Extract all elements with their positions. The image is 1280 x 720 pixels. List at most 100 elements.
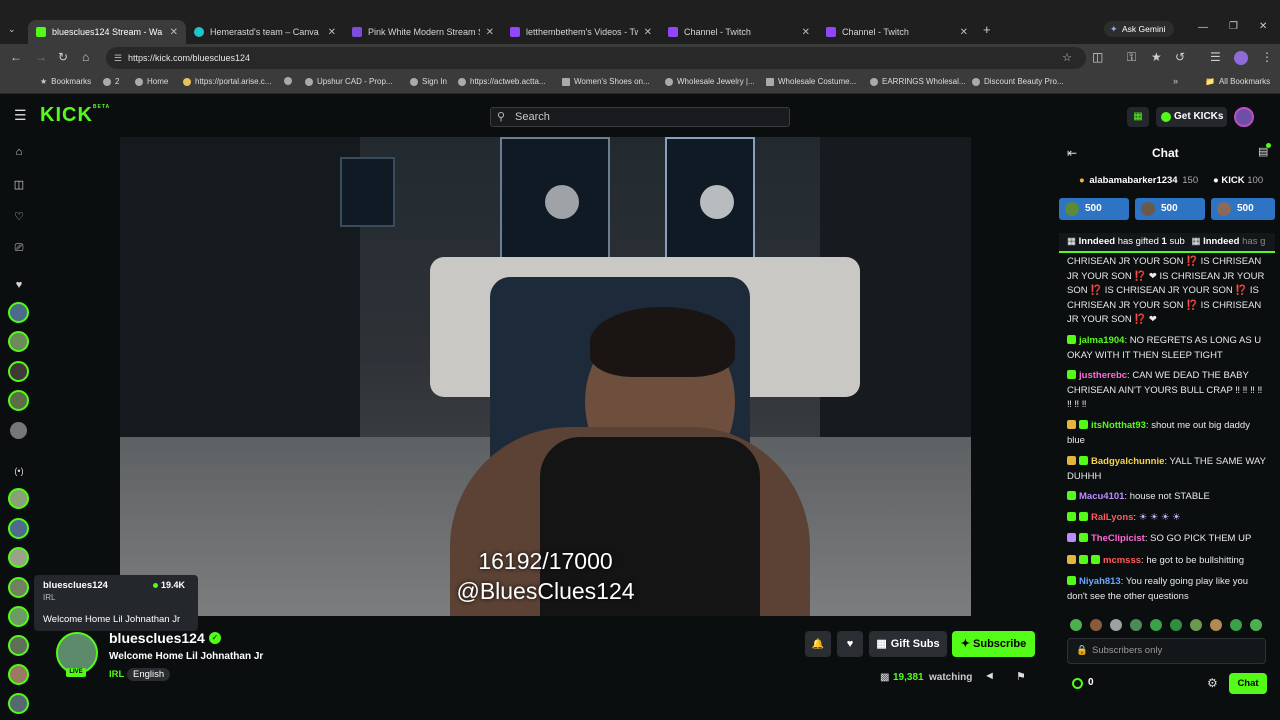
browser-tab-5[interactable]: Channel - Twitch ✕ [660,20,818,44]
emote-icon[interactable] [1170,619,1182,631]
close-window-icon[interactable]: ✕ [1259,21,1267,32]
following-heart-icon[interactable]: ♡ [11,210,27,223]
gift-subs-button[interactable]: ▦ Gift Subs [869,631,947,657]
reload-icon[interactable]: ↻ [58,50,68,64]
streamer-name[interactable]: bluesclues124 [109,630,205,646]
chat-username[interactable]: jalma1904 [1079,335,1124,346]
all-bookmarks-folder[interactable]: 📁 All Bookmarks [1205,77,1270,86]
emote-icon[interactable] [1150,619,1162,631]
kick-logo[interactable]: KICKBETA [40,104,110,127]
emote-icon[interactable] [1130,619,1142,631]
recommended-channel-avatar[interactable] [8,518,29,539]
store-icon[interactable]: ▦ [1127,107,1149,127]
chat-input[interactable]: 🔒 Subscribers only [1067,638,1266,664]
chat-send-button[interactable]: Chat [1229,673,1267,694]
close-icon[interactable]: ✕ [170,27,178,38]
minimize-icon[interactable]: — [1198,22,1208,33]
followed-channel-avatar[interactable] [8,420,29,441]
followed-channel-avatar[interactable] [8,302,29,323]
bookmark-item[interactable]: Wholesale Jewelry |... [665,77,755,86]
chat-username[interactable]: RalLyons [1091,512,1133,523]
close-icon[interactable]: ✕ [644,27,652,38]
recommended-channel-avatar[interactable] [8,606,29,627]
home-icon[interactable]: ⌂ [11,146,27,158]
profile-avatar-icon[interactable] [1234,51,1248,65]
site-info-icon[interactable]: ☰ [114,47,122,69]
emote-icon[interactable] [1110,619,1122,631]
recommended-channel-avatar[interactable] [8,635,29,656]
emote-icon[interactable] [1070,619,1082,631]
bookmark-star-icon[interactable]: ☆ [1062,47,1072,69]
chat-username[interactable]: Badgyalchunnie [1091,456,1164,467]
bookmark-item[interactable]: Sign In [410,77,447,86]
emote-icon[interactable] [1090,619,1102,631]
more-bookmarks-chevron-icon[interactable]: » [1173,76,1178,86]
bookmark-item[interactable] [284,77,296,85]
recommended-channel-avatar[interactable] [8,488,29,509]
restore-icon[interactable]: ❐ [1229,21,1238,32]
extensions-icon[interactable]: ◫ [1092,50,1103,64]
sub-goal-card[interactable]: 500 [1135,198,1205,220]
bookmark-item[interactable]: 2 [103,77,119,86]
bookmark-item[interactable]: Women's Shoes on... [562,77,650,86]
followed-channel-avatar[interactable] [8,390,29,411]
subscribe-button[interactable]: ✦ Subscribe [952,631,1035,657]
tab-search-icon[interactable]: ⌄ [8,24,16,35]
chat-username[interactable]: TheClipicist [1091,533,1145,544]
chat-username[interactable]: itsNotthat93 [1091,420,1146,431]
language-tag[interactable]: English [127,668,171,681]
emote-icon[interactable] [1230,619,1242,631]
emote-icon[interactable] [1210,619,1222,631]
bookmark-item[interactable]: Home [135,77,168,86]
clips-icon[interactable]: ⎚ [11,242,27,255]
bookmark-item[interactable]: https://actweb.actta... [458,77,546,86]
user-avatar[interactable] [1234,107,1254,127]
bookmark-item[interactable]: Wholesale Costume... [766,77,856,86]
sub-goal-card[interactable]: 500 [1211,198,1275,220]
extension-star-icon[interactable]: ★ [1151,50,1162,64]
notification-bell-button[interactable]: 🔔 [805,631,831,657]
url-field[interactable]: ☰ https://kick.com/bluesclues124 ☆ [106,47,1086,69]
close-icon[interactable]: ✕ [802,27,810,38]
new-tab-plus-icon[interactable]: + [983,22,991,37]
bookmark-item[interactable]: Discount Beauty Pro... [972,77,1064,86]
report-icon[interactable]: ⚑ [1016,670,1026,683]
forward-arrow-icon[interactable]: → [35,50,47,64]
browser-tab-4[interactable]: letthembethem's Videos - Twitc ✕ [502,20,660,44]
home-icon[interactable]: ⌂ [82,50,89,64]
bookmark-item[interactable]: ★ Bookmarks [40,77,91,86]
chat-username[interactable]: mcmsss [1103,555,1141,566]
close-icon[interactable]: ✕ [486,27,494,38]
close-icon[interactable]: ✕ [328,27,336,38]
browser-tab-2[interactable]: Hemerastd's team – Canva ✕ [186,20,344,44]
browser-tab-6[interactable]: Channel - Twitch ✕ [818,20,976,44]
recommended-channel-avatar[interactable] [8,547,29,568]
emote-icon[interactable] [1190,619,1202,631]
ask-gemini-button[interactable]: ✦ Ask Gemini [1104,21,1174,37]
browser-tab-3[interactable]: Pink White Modern Stream Sta ✕ [344,20,502,44]
video-player[interactable]: 16192/17000 @BluesClues124 [120,137,971,616]
history-icon[interactable]: ↺ [1175,50,1185,64]
bookmark-item[interactable]: EARRINGS Wholesal... [870,77,966,86]
browse-icon[interactable]: ◫ [11,178,27,191]
category-tag[interactable]: IRL [109,669,124,680]
chat-settings-gear-icon[interactable]: ⚙ [1207,676,1218,690]
recommended-channel-avatar[interactable] [8,577,29,598]
recommended-channel-avatar[interactable] [8,664,29,685]
collapse-chat-icon[interactable]: ⇤ [1067,146,1077,160]
close-icon[interactable]: ✕ [960,27,968,38]
followed-channel-avatar[interactable] [8,361,29,382]
password-key-icon[interactable]: ⚿ [1127,50,1136,65]
search-input[interactable]: ⚲ Search [490,107,790,127]
get-kicks-button[interactable]: Get KICKs [1156,107,1227,127]
emote-icon[interactable] [1250,619,1262,631]
follow-heart-button[interactable]: ♥ [837,631,863,657]
bookmark-item[interactable]: Upshur CAD - Prop... [305,77,393,86]
chat-username[interactable]: Niyah813 [1079,576,1121,587]
reading-list-icon[interactable]: ☰ [1210,50,1221,64]
sub-goal-card[interactable]: 500 [1059,198,1129,220]
hamburger-menu-icon[interactable]: ☰ [14,107,27,124]
chat-username[interactable]: Macu4101 [1079,491,1124,502]
back-arrow-icon[interactable]: ← [10,50,22,64]
browser-menu-icon[interactable]: ⋮ [1261,50,1273,64]
